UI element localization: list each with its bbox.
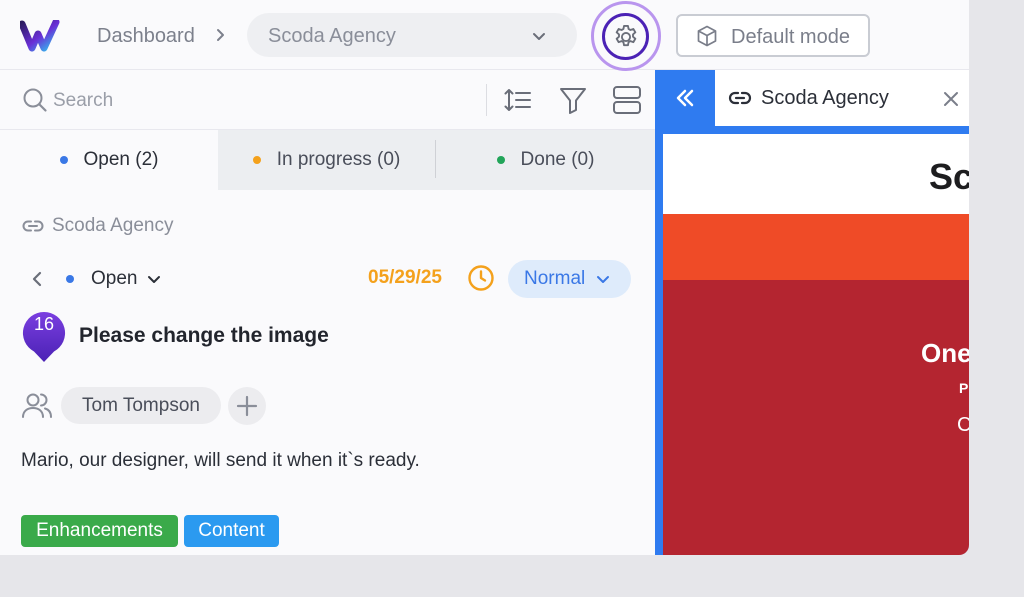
default-mode-button[interactable]: Default mode [676, 14, 870, 57]
settings-button[interactable] [602, 13, 649, 60]
add-assignee-button[interactable] [228, 387, 266, 425]
filter-icon[interactable] [558, 85, 588, 115]
breadcrumb-dashboard[interactable]: Dashboard [97, 25, 195, 48]
app-logo[interactable] [20, 20, 66, 52]
chevron-down-icon [533, 33, 545, 40]
app-window: Dashboard Scoda Agency Default mode Sear… [0, 0, 969, 555]
preview-banner-subtext: C [957, 414, 969, 436]
tab-in-progress-label: In progress (0) [276, 149, 401, 170]
gear-icon [615, 24, 636, 46]
status-dot [66, 275, 74, 283]
tab-done-label: Done (0) [520, 149, 595, 170]
task-number: 16 [33, 314, 55, 334]
link-icon [728, 91, 752, 105]
users-icon [22, 393, 52, 418]
status-tabs: Open (2) In progress (0) Done (0) [0, 130, 655, 190]
tag-content[interactable]: Content [184, 515, 279, 547]
preview-banner-subtext: P [959, 380, 969, 396]
priority-dropdown[interactable]: Normal [508, 260, 631, 298]
chevron-down-icon [597, 276, 610, 283]
toolbar-divider [486, 84, 487, 116]
assignee-name: Tom Tompson [82, 394, 200, 416]
project-link[interactable]: Scoda Agency [22, 214, 173, 238]
preview-tab[interactable]: Scoda Agency [715, 70, 969, 126]
due-date[interactable]: 05/29/25 [368, 267, 442, 289]
project-link-label: Scoda Agency [52, 215, 174, 236]
preview-banner-text: One [921, 338, 969, 368]
assignee-chip[interactable]: Tom Tompson [61, 387, 221, 424]
chevron-down-icon [148, 276, 161, 283]
clock-icon[interactable] [467, 264, 495, 292]
preview-site-header [663, 134, 969, 214]
preview-site-heading: Sc [929, 156, 969, 197]
search-input[interactable] [53, 88, 433, 114]
project-selector-label: Scoda Agency [268, 25, 396, 47]
search-icon [23, 88, 47, 112]
link-icon [22, 220, 44, 232]
status-dropdown-label: Open [91, 268, 138, 289]
tab-done[interactable]: Done (0) [436, 130, 655, 190]
task-title[interactable]: Please change the image [79, 324, 329, 348]
collapse-panel-button[interactable] [655, 70, 715, 126]
tag-label: Enhancements [36, 520, 163, 541]
layout-toggle-icon[interactable] [612, 85, 642, 115]
tab-open-label: Open (2) [83, 149, 159, 170]
task-toolbar [0, 70, 655, 130]
chevron-right-icon [217, 29, 224, 41]
cube-icon [697, 25, 717, 47]
status-dropdown[interactable]: Open [66, 266, 162, 292]
task-description[interactable]: Mario, our designer, will send it when i… [21, 450, 420, 472]
status-dot [496, 156, 505, 164]
website-preview-frame[interactable]: Sc One P C [663, 134, 969, 555]
preview-red-banner [663, 280, 969, 555]
tab-in-progress[interactable]: In progress (0) [218, 130, 435, 190]
preview-orange-band [663, 214, 969, 280]
chevrons-left-icon [676, 89, 694, 107]
priority-label: Normal [524, 268, 586, 289]
tag-enhancements[interactable]: Enhancements [21, 515, 178, 547]
project-selector[interactable]: Scoda Agency [247, 13, 577, 57]
plus-icon [236, 395, 258, 417]
default-mode-label: Default mode [731, 26, 850, 48]
close-icon[interactable] [941, 89, 961, 109]
top-header: Dashboard Scoda Agency Default mode [0, 0, 969, 71]
status-dot [252, 156, 261, 164]
status-dot [59, 156, 68, 164]
sort-icon[interactable] [502, 85, 532, 115]
preview-tab-title: Scoda Agency [761, 87, 889, 109]
tag-label: Content [198, 520, 265, 541]
back-chevron-icon[interactable] [28, 269, 46, 289]
tab-open[interactable]: Open (2) [0, 130, 218, 190]
